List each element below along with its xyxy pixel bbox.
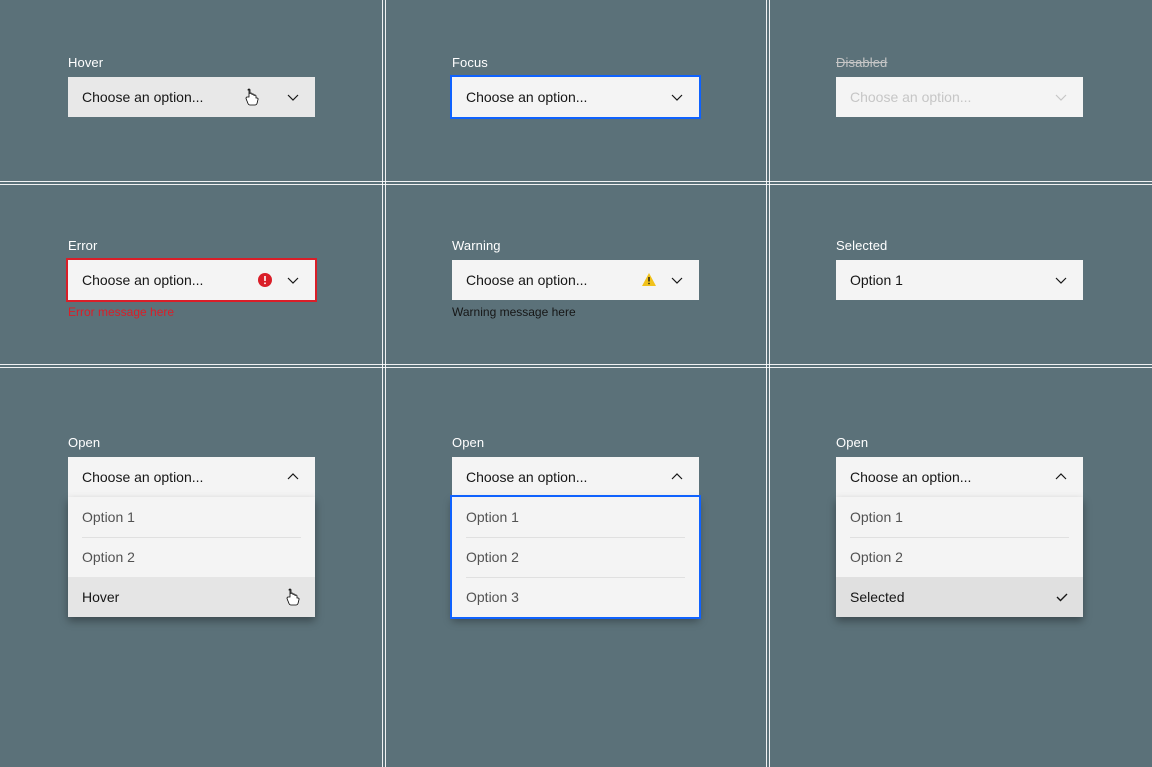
- error-icon: [257, 272, 273, 288]
- menu-item-label: Option 2: [850, 549, 903, 565]
- chevron-down-icon: [1053, 89, 1069, 105]
- cell-selected: Selected Option 1: [768, 183, 1152, 366]
- pointer-cursor-icon: [285, 588, 301, 606]
- dropdown-menu: Option 1 Option 2 Selected: [836, 497, 1083, 617]
- state-label-disabled: Disabled: [836, 56, 1152, 69]
- states-grid: Hover Choose an option... Focus Choose a…: [0, 0, 1152, 767]
- dropdown-text: Choose an option...: [82, 469, 203, 485]
- cell-focus: Focus Choose an option...: [384, 0, 768, 183]
- menu-item[interactable]: Option 1: [452, 497, 699, 537]
- state-label-focus: Focus: [452, 56, 768, 69]
- cell-warning: Warning Choose an option... Warning mess…: [384, 183, 768, 366]
- dropdown-text: Choose an option...: [466, 469, 587, 485]
- menu-item[interactable]: Option 1: [836, 497, 1083, 537]
- cell-open-c: Open Choose an option... Option 1 Option…: [768, 366, 1152, 749]
- dropdown-warning[interactable]: Choose an option...: [452, 260, 699, 300]
- menu-item-selected[interactable]: Selected: [836, 577, 1083, 617]
- dropdown-menu-focused: Option 1 Option 2 Option 3: [452, 497, 699, 617]
- menu-item[interactable]: Option 1: [68, 497, 315, 537]
- menu-item-label: Option 1: [466, 509, 519, 525]
- dropdown-hover[interactable]: Choose an option...: [68, 77, 315, 117]
- dropdown-open-header[interactable]: Choose an option...: [452, 457, 699, 497]
- dropdown-text: Choose an option...: [82, 272, 257, 288]
- menu-item[interactable]: Option 2: [68, 537, 315, 577]
- dropdown-open-header[interactable]: Choose an option...: [836, 457, 1083, 497]
- cell-disabled: Disabled Choose an option...: [768, 0, 1152, 183]
- chevron-up-icon: [1053, 469, 1069, 485]
- state-label-open: Open: [68, 436, 384, 449]
- chevron-down-icon: [669, 89, 685, 105]
- warning-helper-text: Warning message here: [452, 306, 768, 318]
- menu-item-label: Option 1: [82, 509, 135, 525]
- dropdown-text: Choose an option...: [466, 89, 669, 105]
- warning-icon: [641, 272, 657, 288]
- state-label-open: Open: [836, 436, 1152, 449]
- state-label-warning: Warning: [452, 239, 768, 252]
- menu-item[interactable]: Option 2: [836, 537, 1083, 577]
- menu-item-label: Option 3: [466, 589, 519, 605]
- chevron-up-icon: [669, 469, 685, 485]
- chevron-down-icon: [285, 272, 301, 288]
- dropdown-menu: Option 1 Option 2 Hover: [68, 497, 315, 617]
- menu-item[interactable]: Option 2: [452, 537, 699, 577]
- dropdown-disabled: Choose an option...: [836, 77, 1083, 117]
- menu-item-label: Option 1: [850, 509, 903, 525]
- state-label-open: Open: [452, 436, 768, 449]
- checkmark-icon: [1055, 590, 1069, 604]
- chevron-down-icon: [669, 272, 685, 288]
- chevron-up-icon: [285, 469, 301, 485]
- chevron-down-icon: [285, 89, 301, 105]
- dropdown-text: Choose an option...: [82, 89, 285, 105]
- cell-open-a: Open Choose an option... Option 1 Option…: [0, 366, 384, 749]
- dropdown-open-b: Choose an option... Option 1 Option 2 Op…: [452, 457, 699, 617]
- cell-open-b: Open Choose an option... Option 1 Option…: [384, 366, 768, 749]
- cell-error: Error Choose an option... Error message …: [0, 183, 384, 366]
- dropdown-open-header[interactable]: Choose an option...: [68, 457, 315, 497]
- menu-item-hover[interactable]: Hover: [68, 577, 315, 617]
- dropdown-focus[interactable]: Choose an option...: [452, 77, 699, 117]
- dropdown-text: Choose an option...: [850, 469, 971, 485]
- menu-item-label: Option 2: [466, 549, 519, 565]
- dropdown-text: Choose an option...: [850, 89, 1053, 105]
- dropdown-text: Option 1: [850, 272, 1053, 288]
- chevron-down-icon: [1053, 272, 1069, 288]
- dropdown-open-a: Choose an option... Option 1 Option 2 Ho…: [68, 457, 315, 617]
- cell-hover: Hover Choose an option...: [0, 0, 384, 183]
- menu-item[interactable]: Option 3: [452, 577, 699, 617]
- menu-item-label: Option 2: [82, 549, 135, 565]
- state-label-hover: Hover: [68, 56, 384, 69]
- dropdown-open-c: Choose an option... Option 1 Option 2 Se…: [836, 457, 1083, 617]
- menu-item-label: Selected: [850, 589, 904, 605]
- dropdown-selected[interactable]: Option 1: [836, 260, 1083, 300]
- error-helper-text: Error message here: [68, 306, 384, 318]
- dropdown-error[interactable]: Choose an option...: [68, 260, 315, 300]
- menu-item-label: Hover: [82, 589, 119, 605]
- state-label-selected: Selected: [836, 239, 1152, 252]
- dropdown-text: Choose an option...: [466, 272, 641, 288]
- state-label-error: Error: [68, 239, 384, 252]
